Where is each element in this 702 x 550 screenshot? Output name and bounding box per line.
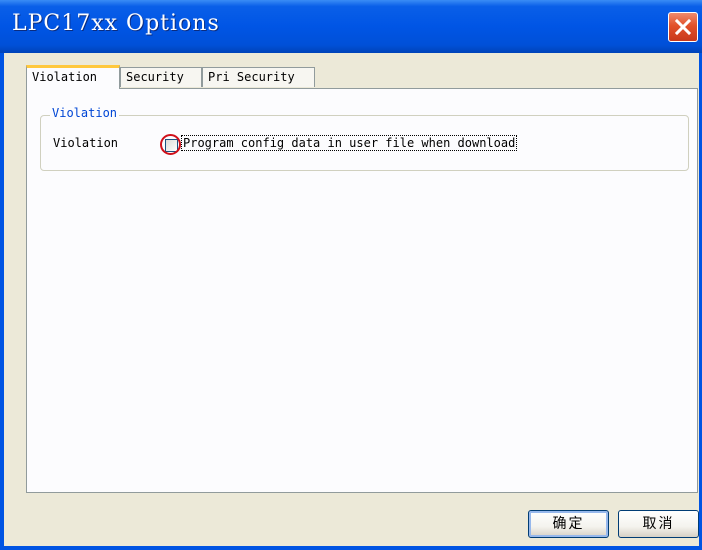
tab-panel-violation: Violation Violation Program config data … [26,88,698,493]
tab-violation[interactable]: Violation [26,65,120,89]
ok-button[interactable]: 确定 [528,510,609,538]
highlight-annotation-circle [160,134,181,155]
tab-violation-label: Violation [32,70,98,84]
tab-security[interactable]: Security [120,67,202,87]
options-dialog: LPC17xx Options Violation Security Pri S… [0,0,702,550]
window-title: LPC17xx Options [12,11,220,36]
tab-security-label: Security [126,70,184,84]
groupbox-legend: Violation [50,106,120,120]
violation-groupbox: Violation Violation Program config data … [40,106,689,171]
tab-pri-security[interactable]: Pri Security [202,67,315,87]
title-bar[interactable]: LPC17xx Options [0,0,702,53]
violation-row-label: Violation [53,136,119,150]
close-x-icon [674,18,692,36]
close-button[interactable] [668,12,698,42]
tab-pri-security-label: Pri Security [208,70,295,84]
program-config-checkbox-label[interactable]: Program config data in user file when do… [180,135,518,151]
cancel-button[interactable]: 取消 [618,510,699,538]
